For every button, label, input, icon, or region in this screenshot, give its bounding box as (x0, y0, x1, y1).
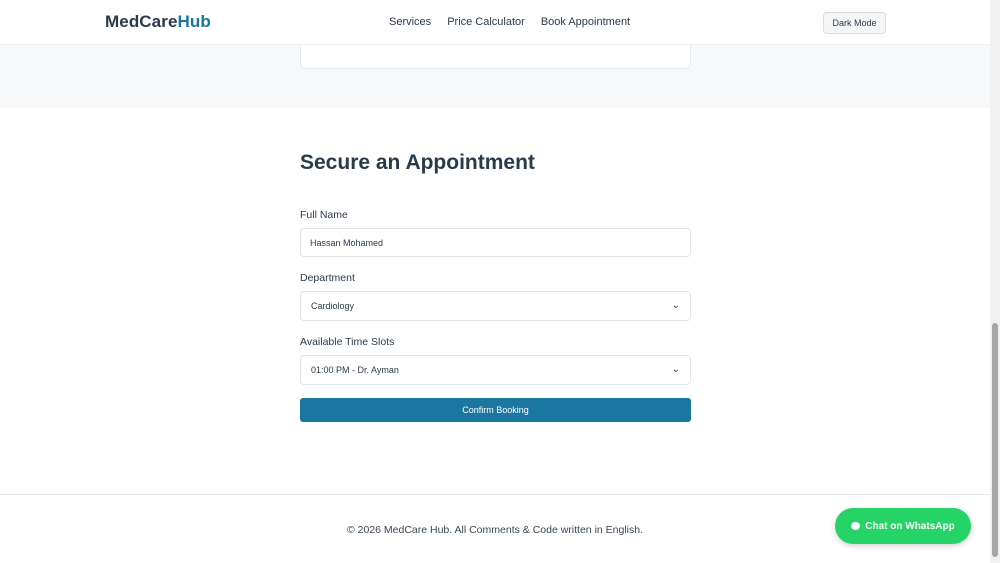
full-name-label: Full Name (300, 209, 348, 221)
time-slot-value: 01:00 PM - Dr. Ayman (311, 365, 399, 375)
nav-link-services[interactable]: Services (389, 16, 431, 28)
department-value: Cardiology (311, 301, 355, 311)
brand-logo[interactable]: MedCareHub (105, 12, 211, 32)
time-slot-select[interactable]: 01:00 PM - Dr. Ayman ⌄ (300, 355, 691, 385)
time-slots-label: Available Time Slots (300, 336, 395, 348)
scrollbar-thumb[interactable] (992, 323, 998, 557)
navbar: MedCareHub Services Price Calculator Boo… (0, 0, 1000, 45)
page-title: Secure an Appointment (300, 151, 535, 174)
chat-bubble-icon (851, 522, 861, 530)
page-scrollbar[interactable] (990, 0, 1000, 563)
full-name-value: Hassan Mohamed (310, 237, 384, 248)
chevron-down-icon: ⌄ (671, 364, 680, 375)
nav-link-book-appointment[interactable]: Book Appointment (541, 16, 630, 28)
confirm-booking-button[interactable]: Confirm Booking (300, 398, 691, 422)
whatsapp-label: Chat on WhatsApp (865, 520, 955, 532)
main-nav: Services Price Calculator Book Appointme… (389, 16, 630, 28)
full-name-input[interactable]: Hassan Mohamed (300, 228, 691, 257)
whatsapp-chat-button[interactable]: Chat on WhatsApp (835, 508, 971, 544)
dark-mode-button[interactable]: Dark Mode (823, 12, 886, 34)
brand-name-part1: MedCare (105, 12, 178, 31)
brand-name-part2: Hub (177, 12, 211, 31)
department-label: Department (300, 272, 355, 284)
department-select[interactable]: Cardiology ⌄ (300, 291, 691, 321)
chevron-down-icon: ⌄ (671, 300, 680, 311)
nav-link-price-calculator[interactable]: Price Calculator (447, 16, 525, 28)
